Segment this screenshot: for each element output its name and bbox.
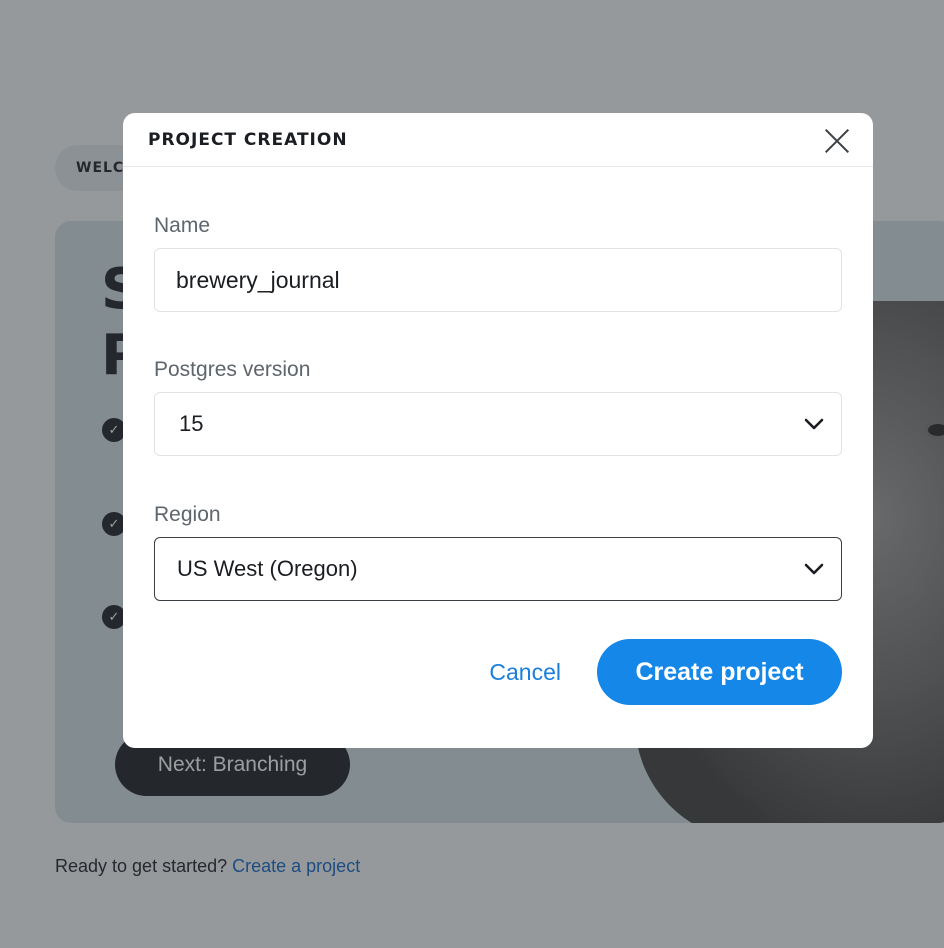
region-value: US West (Oregon) bbox=[177, 556, 358, 581]
postgres-version-label: Postgres version bbox=[154, 358, 311, 381]
region-label: Region bbox=[154, 503, 221, 526]
dialog-title: PROJECT CREATION bbox=[148, 129, 348, 150]
dialog-actions: Cancel Create project bbox=[489, 639, 842, 705]
dialog-header: PROJECT CREATION bbox=[123, 113, 873, 167]
close-icon[interactable] bbox=[821, 124, 853, 156]
cancel-button[interactable]: Cancel bbox=[489, 659, 561, 686]
chevron-down-icon bbox=[803, 558, 825, 580]
project-creation-dialog: PROJECT CREATION Name Postgres version 1… bbox=[123, 113, 873, 748]
postgres-version-value: 15 bbox=[179, 411, 204, 436]
create-project-button[interactable]: Create project bbox=[597, 639, 842, 705]
postgres-version-select[interactable]: 15 bbox=[154, 392, 842, 456]
chevron-down-icon bbox=[803, 413, 825, 435]
name-input[interactable] bbox=[154, 248, 842, 312]
region-select[interactable]: US West (Oregon) bbox=[154, 537, 842, 601]
name-label: Name bbox=[154, 214, 211, 237]
